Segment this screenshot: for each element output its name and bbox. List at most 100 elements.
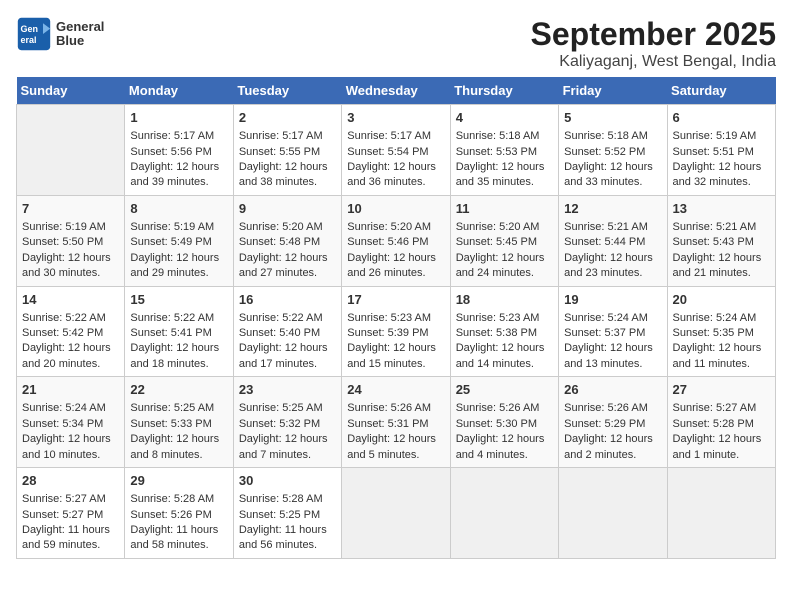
day-info: Daylight: 12 hours	[239, 432, 336, 447]
day-info: Daylight: 11 hours	[130, 523, 227, 538]
day-number: 24	[347, 381, 444, 399]
day-info: and 11 minutes.	[673, 357, 770, 372]
day-info: Sunrise: 5:25 AM	[130, 401, 227, 416]
day-info: and 35 minutes.	[456, 175, 553, 190]
day-info: Sunrise: 5:19 AM	[673, 129, 770, 144]
day-info: Sunset: 5:34 PM	[22, 417, 119, 432]
day-info: and 5 minutes.	[347, 448, 444, 463]
calendar-cell: 30Sunrise: 5:28 AMSunset: 5:25 PMDayligh…	[233, 468, 341, 559]
day-info: Sunset: 5:49 PM	[130, 235, 227, 250]
day-info: Daylight: 12 hours	[130, 432, 227, 447]
day-info: Daylight: 12 hours	[347, 341, 444, 356]
day-info: Sunset: 5:53 PM	[456, 145, 553, 160]
day-info: Daylight: 12 hours	[673, 432, 770, 447]
day-info: Sunset: 5:40 PM	[239, 326, 336, 341]
day-info: Sunset: 5:38 PM	[456, 326, 553, 341]
weekday-header-wednesday: Wednesday	[342, 77, 450, 105]
day-info: and 23 minutes.	[564, 266, 661, 281]
page-header: Gen eral General Blue September 2025 Kal…	[16, 16, 776, 71]
day-info: Daylight: 11 hours	[239, 523, 336, 538]
day-info: Daylight: 12 hours	[239, 251, 336, 266]
day-info: Sunset: 5:51 PM	[673, 145, 770, 160]
day-info: Sunset: 5:54 PM	[347, 145, 444, 160]
calendar-cell: 10Sunrise: 5:20 AMSunset: 5:46 PMDayligh…	[342, 195, 450, 286]
day-info: Sunset: 5:52 PM	[564, 145, 661, 160]
svg-text:Gen: Gen	[21, 24, 39, 34]
day-info: Sunrise: 5:22 AM	[22, 311, 119, 326]
main-title: September 2025	[531, 16, 776, 53]
day-info: Sunrise: 5:18 AM	[456, 129, 553, 144]
day-info: Sunrise: 5:17 AM	[239, 129, 336, 144]
day-number: 13	[673, 200, 770, 218]
day-number: 17	[347, 291, 444, 309]
day-number: 26	[564, 381, 661, 399]
day-number: 3	[347, 109, 444, 127]
day-info: Sunset: 5:29 PM	[564, 417, 661, 432]
day-info: Daylight: 12 hours	[347, 251, 444, 266]
day-info: Daylight: 12 hours	[673, 160, 770, 175]
calendar-week-4: 21Sunrise: 5:24 AMSunset: 5:34 PMDayligh…	[17, 377, 776, 468]
day-number: 29	[130, 472, 227, 490]
day-info: and 27 minutes.	[239, 266, 336, 281]
day-info: and 8 minutes.	[130, 448, 227, 463]
weekday-header-sunday: Sunday	[17, 77, 125, 105]
svg-text:eral: eral	[21, 35, 37, 45]
day-info: Sunset: 5:27 PM	[22, 508, 119, 523]
day-info: Daylight: 12 hours	[347, 160, 444, 175]
day-info: Sunrise: 5:26 AM	[347, 401, 444, 416]
day-info: and 15 minutes.	[347, 357, 444, 372]
day-info: Daylight: 12 hours	[130, 341, 227, 356]
calendar-cell: 4Sunrise: 5:18 AMSunset: 5:53 PMDaylight…	[450, 105, 558, 196]
calendar-week-5: 28Sunrise: 5:27 AMSunset: 5:27 PMDayligh…	[17, 468, 776, 559]
calendar-cell	[342, 468, 450, 559]
calendar-cell: 29Sunrise: 5:28 AMSunset: 5:26 PMDayligh…	[125, 468, 233, 559]
day-number: 27	[673, 381, 770, 399]
day-info: Sunrise: 5:18 AM	[564, 129, 661, 144]
calendar-cell: 13Sunrise: 5:21 AMSunset: 5:43 PMDayligh…	[667, 195, 775, 286]
day-info: Daylight: 12 hours	[130, 251, 227, 266]
day-number: 22	[130, 381, 227, 399]
calendar-cell	[450, 468, 558, 559]
logo-text: General Blue	[56, 20, 104, 49]
day-number: 15	[130, 291, 227, 309]
calendar-cell: 14Sunrise: 5:22 AMSunset: 5:42 PMDayligh…	[17, 286, 125, 377]
day-info: and 29 minutes.	[130, 266, 227, 281]
day-info: Sunset: 5:30 PM	[456, 417, 553, 432]
day-info: and 14 minutes.	[456, 357, 553, 372]
calendar-cell: 16Sunrise: 5:22 AMSunset: 5:40 PMDayligh…	[233, 286, 341, 377]
weekday-header-tuesday: Tuesday	[233, 77, 341, 105]
day-info: Sunset: 5:37 PM	[564, 326, 661, 341]
day-info: Sunrise: 5:17 AM	[130, 129, 227, 144]
day-info: Daylight: 12 hours	[22, 341, 119, 356]
day-info: Daylight: 12 hours	[456, 160, 553, 175]
day-info: Sunrise: 5:24 AM	[564, 311, 661, 326]
day-info: Sunset: 5:45 PM	[456, 235, 553, 250]
day-info: and 24 minutes.	[456, 266, 553, 281]
day-info: Daylight: 12 hours	[130, 160, 227, 175]
calendar-cell: 28Sunrise: 5:27 AMSunset: 5:27 PMDayligh…	[17, 468, 125, 559]
day-number: 1	[130, 109, 227, 127]
day-info: Sunrise: 5:21 AM	[564, 220, 661, 235]
day-info: and 56 minutes.	[239, 538, 336, 553]
calendar-cell: 1 Sunrise: 5:17 AMSunset: 5:56 PMDaylight…	[125, 105, 233, 196]
day-info: Daylight: 12 hours	[564, 251, 661, 266]
calendar-cell: 17Sunrise: 5:23 AMSunset: 5:39 PMDayligh…	[342, 286, 450, 377]
day-info: and 21 minutes.	[673, 266, 770, 281]
day-info: Sunset: 5:41 PM	[130, 326, 227, 341]
calendar-cell: 24Sunrise: 5:26 AMSunset: 5:31 PMDayligh…	[342, 377, 450, 468]
weekday-header-thursday: Thursday	[450, 77, 558, 105]
day-info: Sunrise: 5:27 AM	[22, 492, 119, 507]
day-info: Sunrise: 5:21 AM	[673, 220, 770, 235]
weekday-header-saturday: Saturday	[667, 77, 775, 105]
day-info: and 20 minutes.	[22, 357, 119, 372]
day-info: Sunset: 5:48 PM	[239, 235, 336, 250]
day-info: Sunset: 5:56 PM	[130, 145, 227, 160]
day-info: Sunset: 5:33 PM	[130, 417, 227, 432]
day-info: Daylight: 12 hours	[673, 341, 770, 356]
day-info: Sunset: 5:31 PM	[347, 417, 444, 432]
day-info: Sunset: 5:50 PM	[22, 235, 119, 250]
day-info: and 33 minutes.	[564, 175, 661, 190]
calendar-cell: 3Sunrise: 5:17 AMSunset: 5:54 PMDaylight…	[342, 105, 450, 196]
day-info: and 10 minutes.	[22, 448, 119, 463]
day-info: Daylight: 11 hours	[22, 523, 119, 538]
